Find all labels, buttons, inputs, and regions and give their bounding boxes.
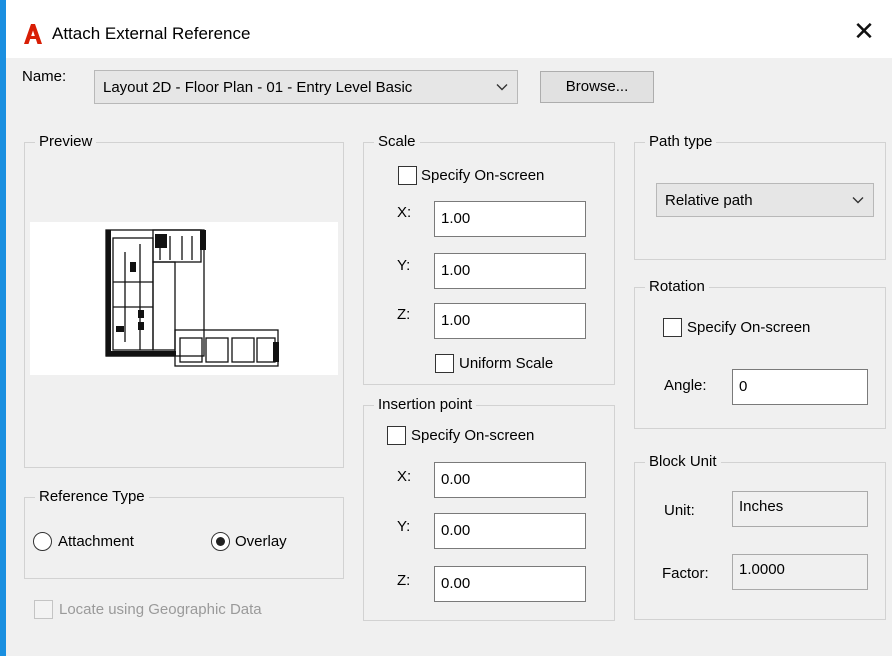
attachment-radio[interactable]: [33, 532, 52, 551]
preview-image: [30, 222, 338, 375]
factor-value: 1.0000: [739, 561, 785, 578]
scale-y-input[interactable]: 1.00: [434, 253, 586, 289]
floor-plan-thumbnail: [105, 229, 279, 367]
insertion-point-label: Insertion point: [374, 396, 477, 413]
scale-label: Scale: [374, 133, 420, 150]
insertion-y-input[interactable]: 0.00: [434, 513, 586, 549]
rotation-label: Rotation: [645, 278, 709, 295]
scale-x-value: 1.00: [441, 210, 471, 227]
factor-field: 1.0000: [732, 554, 868, 590]
factor-label: Factor:: [662, 565, 709, 582]
block-unit-group: Block Unit: [634, 453, 886, 620]
uniform-scale-label: Uniform Scale: [459, 355, 554, 372]
path-type-dropdown[interactable]: Relative path: [656, 183, 874, 217]
name-label: Name:: [22, 68, 67, 85]
insertion-z-value: 0.00: [441, 575, 471, 592]
autocad-logo-icon: [24, 24, 42, 44]
name-dropdown[interactable]: Layout 2D - Floor Plan - 01 - Entry Leve…: [94, 70, 518, 104]
close-icon[interactable]: ✕: [848, 16, 880, 48]
insertion-x-input[interactable]: 0.00: [434, 462, 586, 498]
angle-value: 0: [739, 378, 748, 395]
overlay-label[interactable]: Overlay: [235, 533, 287, 550]
chevron-down-icon: [852, 197, 864, 204]
radio-selected-dot: [216, 537, 225, 546]
insertion-x-label: X:: [397, 468, 412, 485]
angle-label: Angle:: [664, 377, 707, 394]
rotation-specify-checkbox[interactable]: [663, 318, 682, 337]
scale-z-input[interactable]: 1.00: [434, 303, 586, 339]
title-bar: Attach External Reference ✕: [6, 0, 892, 58]
uniform-scale-checkbox[interactable]: [435, 354, 454, 373]
rotation-group: Rotation: [634, 278, 886, 429]
window-title: Attach External Reference: [52, 24, 251, 43]
scale-z-label: Z:: [397, 306, 411, 323]
attachment-label[interactable]: Attachment: [58, 533, 134, 550]
scale-x-input[interactable]: 1.00: [434, 201, 586, 237]
insertion-specify-label: Specify On-screen: [411, 427, 535, 444]
reference-type-label: Reference Type: [35, 488, 149, 505]
insertion-z-label: Z:: [397, 572, 411, 589]
name-dropdown-value: Layout 2D - Floor Plan - 01 - Entry Leve…: [103, 79, 413, 96]
path-type-label: Path type: [645, 133, 717, 150]
path-type-value: Relative path: [665, 192, 753, 209]
dialog-window: Attach External Reference ✕ Name: Layout…: [0, 0, 892, 656]
angle-input[interactable]: 0: [732, 369, 868, 405]
unit-field: Inches: [732, 491, 868, 527]
rotation-specify-label: Specify On-screen: [687, 319, 811, 336]
scale-z-value: 1.00: [441, 312, 471, 329]
preview-label: Preview: [35, 133, 97, 150]
unit-value: Inches: [739, 498, 784, 515]
scale-y-label: Y:: [397, 257, 411, 274]
insertion-specify-checkbox[interactable]: [387, 426, 406, 445]
scale-y-value: 1.00: [441, 262, 471, 279]
insertion-y-label: Y:: [397, 518, 411, 535]
geographic-data-label: Locate using Geographic Data: [59, 601, 262, 618]
chevron-down-icon: [496, 84, 508, 91]
overlay-radio[interactable]: [211, 532, 230, 551]
insertion-y-value: 0.00: [441, 522, 471, 539]
unit-label: Unit:: [664, 502, 695, 519]
browse-button[interactable]: Browse...: [540, 71, 654, 103]
geographic-data-checkbox[interactable]: [34, 600, 53, 619]
block-unit-label: Block Unit: [645, 453, 721, 470]
scale-x-label: X:: [397, 204, 412, 221]
insertion-z-input[interactable]: 0.00: [434, 566, 586, 602]
scale-specify-label: Specify On-screen: [421, 167, 545, 184]
scale-specify-checkbox[interactable]: [398, 166, 417, 185]
insertion-x-value: 0.00: [441, 471, 471, 488]
